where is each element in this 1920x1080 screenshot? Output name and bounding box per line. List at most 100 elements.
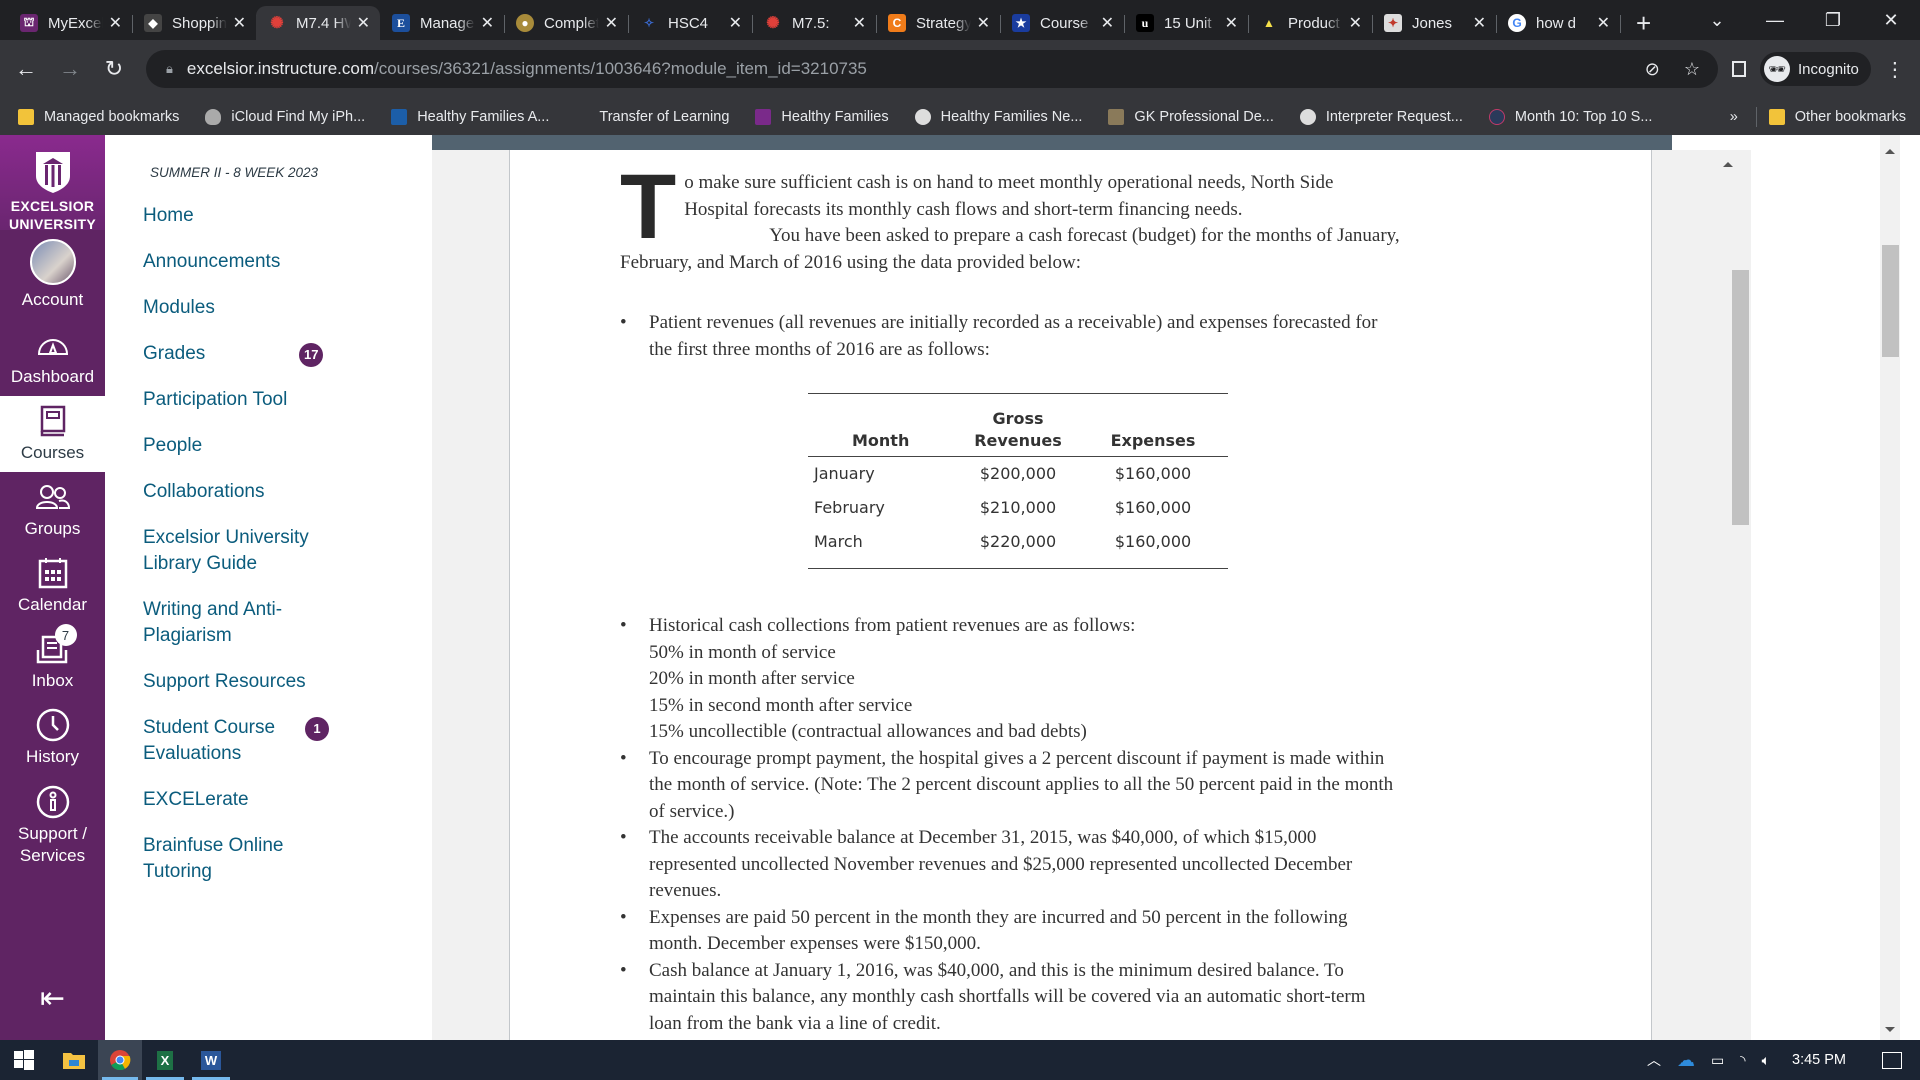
forward-icon[interactable]: → <box>52 56 88 82</box>
bookmark-healthy-families-a[interactable]: Healthy Families A... <box>391 108 549 125</box>
start-button[interactable] <box>0 1040 48 1080</box>
course-nav-library-guide[interactable]: Excelsior University Library Guide <box>143 525 333 577</box>
scroll-down-arrow-icon[interactable] <box>1885 1027 1895 1032</box>
close-tab-icon[interactable]: ✕ <box>1225 13 1238 33</box>
browser-tab[interactable]: ✧ HSC4 ✕ <box>628 6 753 40</box>
browser-tab[interactable]: ✦ Jones ✕ <box>1372 6 1497 40</box>
taskbar-chrome[interactable] <box>98 1040 142 1080</box>
course-nav-collaborations[interactable]: Collaborations <box>143 479 403 505</box>
course-nav-course-evaluations[interactable]: Student Course Evaluations 1 <box>143 715 329 767</box>
kebab-menu-icon[interactable]: ⋮ <box>1885 57 1905 82</box>
bookmark-month-10[interactable]: Month 10: Top 10 S... <box>1488 108 1652 125</box>
action-center-icon[interactable] <box>1882 1051 1902 1069</box>
bullet-prompt-payment-discount: To encourage prompt payment, the hospita… <box>620 746 1400 826</box>
global-nav-account[interactable]: Account <box>0 230 105 320</box>
side-panel-icon[interactable] <box>1732 61 1746 77</box>
close-tab-icon[interactable]: ✕ <box>605 13 618 33</box>
course-nav-people[interactable]: People <box>143 433 403 459</box>
scroll-up-arrow-icon[interactable] <box>1723 162 1733 167</box>
new-tab-button[interactable]: + <box>1636 6 1651 40</box>
table-row: January $200,000 $160,000 <box>814 464 1192 483</box>
global-nav-calendar[interactable]: Calendar <box>0 548 105 624</box>
close-tab-icon[interactable]: ✕ <box>977 13 990 33</box>
browser-tab[interactable]: ⛫MyExcelsior✕ <box>8 6 133 40</box>
bookmark-transfer-of-learning[interactable]: Transfer of Learning <box>599 109 729 125</box>
address-bar[interactable]: 🔒︎ excelsior.instructure.com/courses/363… <box>146 50 1718 88</box>
bookmark-managed[interactable]: Managed bookmarks <box>18 108 179 125</box>
incognito-icon: 🕶︎ <box>1764 56 1790 82</box>
page-scrollbar[interactable] <box>1880 135 1900 1040</box>
browser-tab[interactable]: E Manage ✕ <box>380 6 505 40</box>
grades-count-badge: 17 <box>299 343 324 367</box>
wifi-icon[interactable]: ◝ <box>1740 1052 1745 1069</box>
browser-tab[interactable]: ◆Shopping✕ <box>132 6 257 40</box>
bookmark-gk-professional[interactable]: GK Professional De... <box>1108 108 1274 125</box>
evaluations-count-badge: 1 <box>305 717 329 741</box>
close-tab-icon[interactable]: ✕ <box>1349 13 1362 33</box>
close-window-icon[interactable]: ✕ <box>1862 10 1920 31</box>
browser-tab[interactable]: C Strategy ✕ <box>876 6 1001 40</box>
bookmark-icloud[interactable]: iCloud Find My iPh... <box>205 108 365 125</box>
close-tab-icon[interactable]: ✕ <box>1101 13 1114 33</box>
scroll-up-arrow-icon[interactable] <box>1885 149 1895 154</box>
bookmark-star-icon[interactable]: ☆ <box>1684 59 1700 80</box>
taskbar-excel[interactable]: X <box>142 1040 188 1080</box>
close-tab-icon[interactable]: ✕ <box>233 13 246 33</box>
taskbar-word[interactable]: W <box>188 1040 234 1080</box>
close-tab-icon[interactable]: ✕ <box>729 13 742 33</box>
close-tab-icon[interactable]: ✕ <box>357 13 370 33</box>
close-tab-icon[interactable]: ✕ <box>853 13 866 33</box>
page-scrollbar-thumb[interactable] <box>1882 245 1899 357</box>
bookmark-healthy-families-ne[interactable]: Healthy Families Ne... <box>914 108 1082 125</box>
battery-icon[interactable]: ▭ <box>1711 1052 1724 1069</box>
volume-icon[interactable]: 🔈︎ <box>1762 1052 1770 1069</box>
global-nav-courses[interactable]: Courses <box>0 396 105 472</box>
course-nav-modules[interactable]: Modules <box>143 295 403 321</box>
browser-tab[interactable]: ▲ Product ✕ <box>1248 6 1373 40</box>
close-tab-icon[interactable]: ✕ <box>109 13 122 33</box>
taskbar-file-explorer[interactable] <box>50 1040 98 1080</box>
restore-icon[interactable]: ❐ <box>1804 10 1862 31</box>
course-nav-brainfuse[interactable]: Brainfuse Online Tutoring <box>143 833 313 885</box>
global-nav-inbox[interactable]: 7 Inbox <box>0 624 105 700</box>
bookmark-interpreter-request[interactable]: Interpreter Request... <box>1299 108 1463 125</box>
course-nav-writing[interactable]: Writing and Anti-Plagiarism <box>143 597 313 649</box>
browser-tab[interactable]: ✺ M7.5: ✕ <box>752 6 877 40</box>
close-tab-icon[interactable]: ✕ <box>1473 13 1486 33</box>
viewer-scrollbar-thumb[interactable] <box>1732 270 1749 525</box>
global-nav-support[interactable]: Support / Services <box>0 776 105 876</box>
course-nav-grades[interactable]: Grades 17 <box>143 341 403 367</box>
global-nav-history[interactable]: History <box>0 700 105 776</box>
show-hidden-icons-icon[interactable]: ︿ <box>1647 1050 1661 1070</box>
course-nav-announcements[interactable]: Announcements <box>143 249 403 275</box>
bookmark-healthy-families[interactable]: Healthy Families <box>755 108 889 125</box>
browser-tab[interactable]: ★ Course ✕ <box>1000 6 1125 40</box>
course-nav-participation-tool[interactable]: Participation Tool <box>143 387 403 413</box>
viewer-scrollbar-track[interactable] <box>1651 150 1751 1040</box>
course-nav-excelerate[interactable]: EXCELerate <box>143 787 403 813</box>
browser-tab[interactable]: u 15 Unit ✕ <box>1124 6 1249 40</box>
back-icon[interactable]: ← <box>8 56 44 82</box>
global-nav-dashboard[interactable]: Dashboard <box>0 320 105 396</box>
browser-tab[interactable]: Ghow d ✕ <box>1496 6 1621 40</box>
lock-icon[interactable]: 🔒︎ <box>166 61 173 77</box>
reload-icon[interactable]: ↻ <box>96 56 132 82</box>
collapse-nav-icon[interactable]: ⇤ <box>0 981 105 1016</box>
onedrive-icon[interactable]: ☁ <box>1677 1050 1695 1071</box>
tracking-blocked-icon[interactable]: ⊘ <box>1645 59 1660 80</box>
close-tab-icon[interactable]: ✕ <box>481 13 494 33</box>
close-tab-icon[interactable]: ✕ <box>1597 13 1610 33</box>
col-header-gross-revenues: Gross Revenues <box>974 409 1062 450</box>
browser-tab-active[interactable]: ✺M7.4 HW✕ <box>256 6 380 40</box>
clock[interactable]: 3:45 PM <box>1792 1052 1846 1068</box>
incognito-profile-button[interactable]: 🕶︎ Incognito <box>1760 52 1871 86</box>
course-nav-support-resources[interactable]: Support Resources <box>143 669 403 695</box>
browser-tab[interactable]: ●Complete✕ <box>504 6 629 40</box>
minimize-icon[interactable]: — <box>1746 10 1804 31</box>
excelsior-logo[interactable]: EXCELSIOR UNIVERSITY <box>0 135 105 231</box>
other-bookmarks[interactable]: Other bookmarks <box>1768 108 1906 125</box>
tab-search-icon[interactable]: ⌄ <box>1688 10 1746 31</box>
course-nav-home[interactable]: Home <box>143 203 403 229</box>
bookmarks-overflow-icon[interactable]: » <box>1730 109 1738 125</box>
global-nav-groups[interactable]: Groups <box>0 472 105 548</box>
